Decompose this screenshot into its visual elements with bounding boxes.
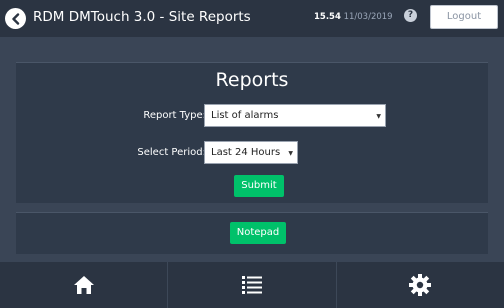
notepad-panel: Notepad	[16, 212, 488, 254]
notepad-button[interactable]: Notepad	[230, 222, 286, 244]
home-icon	[73, 276, 94, 294]
select-period-label: Select Period:	[137, 147, 206, 158]
chevron-left-icon	[11, 12, 19, 25]
clock-date: 11/03/2019	[343, 12, 393, 22]
top-bar: RDM DMTouch 3.0 - Site Reports 15.54 11/…	[0, 0, 504, 37]
reports-panel: Reports Report Type: List of alarms ▼ Se…	[16, 62, 488, 203]
period-select[interactable]: Last 24 Hours ▼	[204, 141, 298, 164]
back-button[interactable]	[5, 8, 26, 29]
nav-list[interactable]	[168, 262, 337, 308]
nav-settings[interactable]	[337, 262, 504, 308]
submit-button[interactable]: Submit	[234, 175, 284, 197]
dropdown-caret-icon: ▼	[288, 150, 293, 157]
nav-home[interactable]	[0, 262, 169, 308]
list-icon	[241, 276, 262, 294]
gear-icon	[409, 274, 432, 296]
report-type-label: Report Type:	[143, 110, 206, 121]
page-title: RDM DMTouch 3.0 - Site Reports	[33, 9, 251, 25]
logout-button[interactable]: Logout	[430, 5, 498, 29]
datetime-display: 15.54 11/03/2019	[314, 12, 393, 22]
report-type-select[interactable]: List of alarms ▼	[204, 104, 386, 127]
bottom-nav	[0, 262, 504, 308]
dropdown-caret-icon: ▼	[376, 113, 381, 120]
clock-time: 15.54	[314, 12, 341, 22]
help-icon[interactable]: ?	[404, 9, 417, 22]
report-type-value: List of alarms	[211, 110, 279, 121]
reports-heading: Reports	[215, 69, 289, 91]
period-value: Last 24 Hours	[211, 147, 281, 158]
